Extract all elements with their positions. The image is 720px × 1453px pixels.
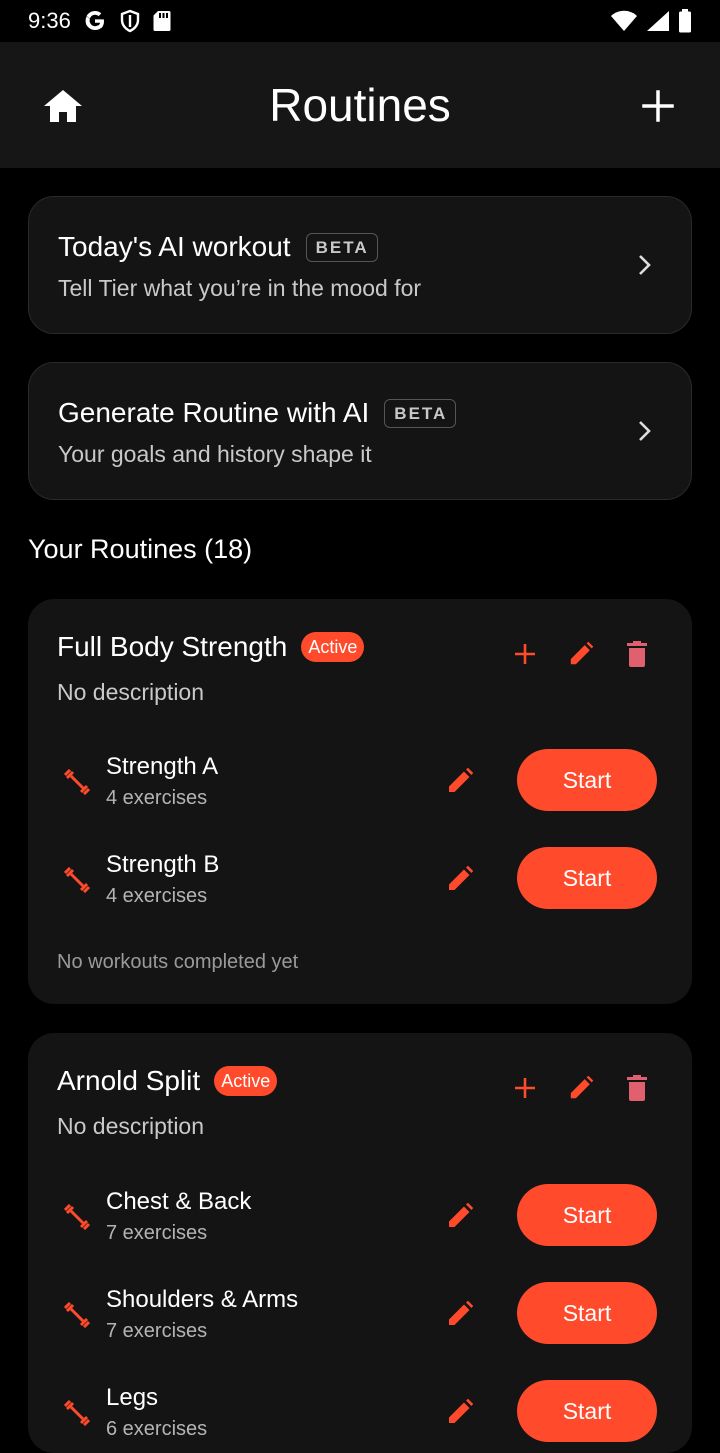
start-workout-button[interactable]: Start (517, 1184, 657, 1246)
add-workout-button[interactable] (512, 1073, 538, 1103)
routine-description: No description (57, 1113, 205, 1139)
workout-name: Strength B (106, 851, 220, 878)
status-time: 9:36 (28, 8, 71, 33)
chevron-right-icon (637, 419, 653, 448)
workout-row: Shoulders & Arms 7 exercises Start (28, 1282, 692, 1352)
beta-badge: BETA (384, 398, 457, 428)
workout-name: Shoulders & Arms (106, 1286, 299, 1313)
workout-row: Strength B 4 exercises Start (28, 847, 692, 917)
workout-row: Chest & Back 7 exercises Start (28, 1184, 692, 1254)
battery-icon (678, 9, 692, 33)
beta-badge: BETA (305, 232, 378, 262)
routine-footer: No workouts completed yet (57, 951, 299, 973)
edit-workout-button[interactable] (446, 865, 474, 893)
status-badge: Active (214, 1066, 278, 1096)
plus-icon (642, 90, 674, 122)
delete-routine-button[interactable] (624, 639, 650, 669)
google-icon (83, 9, 107, 33)
edit-workout-button[interactable] (446, 1398, 474, 1426)
routine-card: Full Body Strength Active No description… (28, 599, 692, 1004)
generate-routine-subtitle: Your goals and history shape it (58, 441, 372, 467)
plus-icon (515, 1078, 535, 1098)
pencil-icon (449, 1202, 474, 1227)
pencil-icon (449, 767, 474, 792)
dumbbell-icon (63, 1399, 91, 1431)
ai-workout-card[interactable]: Today's AI workout BETA Tell Tier what y… (28, 196, 692, 334)
dumbbell-icon (63, 1203, 91, 1235)
trash-icon (627, 641, 647, 667)
shield-icon (119, 9, 141, 33)
edit-routine-button[interactable] (568, 1073, 594, 1103)
workout-exercise-count: 6 exercises (106, 1418, 208, 1440)
section-title: Your Routines (18) (28, 534, 253, 564)
generate-routine-title: Generate Routine with AI (58, 397, 370, 428)
workout-name: Chest & Back (106, 1188, 252, 1215)
workout-row: Strength A 4 exercises Start (28, 749, 692, 819)
edit-routine-button[interactable] (568, 639, 594, 669)
chevron-right-icon (637, 253, 653, 282)
plus-icon (515, 644, 535, 664)
workout-name: Strength A (106, 753, 219, 780)
edit-workout-button[interactable] (446, 1202, 474, 1230)
start-workout-button[interactable]: Start (517, 749, 657, 811)
routine-description: No description (57, 679, 205, 705)
edit-workout-button[interactable] (446, 767, 474, 795)
routine-card: Arnold Split Active No description Chest… (28, 1033, 692, 1453)
page-title: Routines (269, 79, 451, 131)
pencil-icon (449, 865, 474, 890)
workout-name: Legs (106, 1384, 159, 1411)
delete-routine-button[interactable] (624, 1073, 650, 1103)
signal-icon (646, 10, 670, 32)
ai-workout-subtitle: Tell Tier what you’re in the mood for (58, 275, 422, 301)
edit-workout-button[interactable] (446, 1300, 474, 1328)
pencil-icon (570, 641, 594, 665)
pencil-icon (449, 1300, 474, 1325)
start-workout-button[interactable]: Start (517, 847, 657, 909)
dumbbell-icon (63, 768, 91, 800)
add-workout-button[interactable] (512, 639, 538, 669)
dumbbell-icon (63, 1301, 91, 1333)
app-bar: Routines (0, 42, 720, 168)
status-badge: Active (301, 632, 365, 662)
dumbbell-icon (63, 866, 91, 898)
trash-icon (627, 1075, 647, 1101)
status-bar: 9:36 (0, 0, 720, 42)
add-routine-button[interactable] (636, 84, 680, 128)
routine-name: Full Body Strength (57, 631, 288, 662)
wifi-icon (610, 10, 638, 32)
ai-workout-title: Today's AI workout (58, 231, 291, 262)
workout-exercise-count: 4 exercises (106, 787, 208, 809)
home-button[interactable] (40, 86, 86, 126)
workout-row: Legs 6 exercises Start (28, 1380, 692, 1450)
routine-name: Arnold Split (57, 1065, 201, 1096)
start-workout-button[interactable]: Start (517, 1282, 657, 1344)
home-icon (44, 90, 82, 122)
sd-card-icon (153, 10, 171, 32)
generate-routine-card[interactable]: Generate Routine with AI BETA Your goals… (28, 362, 692, 500)
pencil-icon (449, 1398, 474, 1423)
pencil-icon (570, 1075, 594, 1099)
workout-exercise-count: 7 exercises (106, 1320, 208, 1342)
workout-exercise-count: 4 exercises (106, 885, 208, 907)
workout-exercise-count: 7 exercises (106, 1222, 208, 1244)
